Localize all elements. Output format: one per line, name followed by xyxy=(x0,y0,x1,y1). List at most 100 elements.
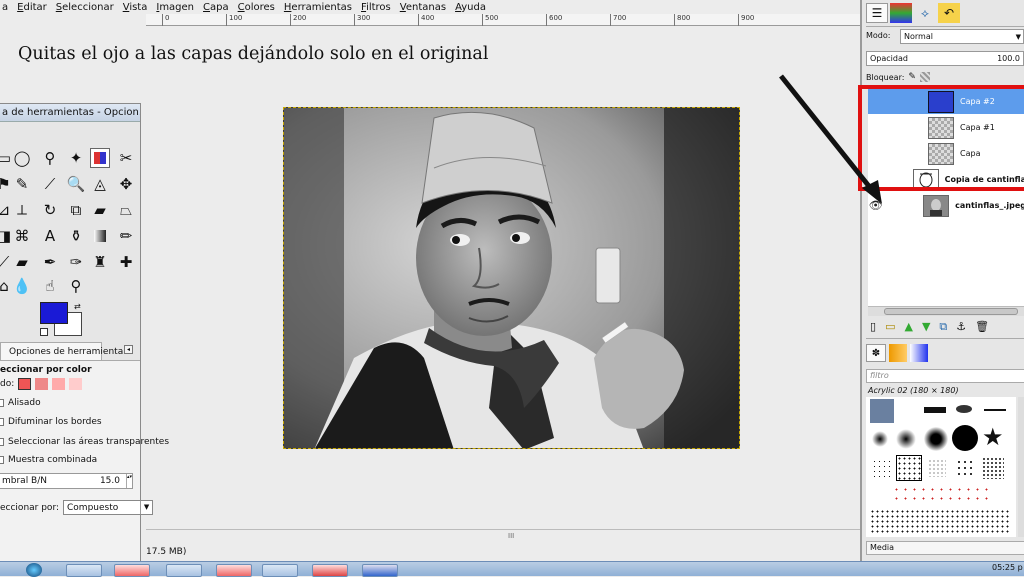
threshold-slider[interactable]: mbral B/N 15.0 ▴▾ xyxy=(0,473,133,489)
eraser-tool-icon[interactable]: ▰ xyxy=(12,252,32,272)
brush-preview[interactable] xyxy=(924,427,948,451)
opacity-slider[interactable]: Opacidad 100.0 xyxy=(866,51,1024,66)
raise-layer-icon[interactable]: ▲ xyxy=(904,320,912,334)
lock-pixels-icon[interactable]: ✎ xyxy=(908,72,916,82)
brush-preview[interactable] xyxy=(984,409,1006,411)
foreground-color-swatch[interactable] xyxy=(40,302,68,324)
taskbar-folder-icon[interactable] xyxy=(166,564,202,577)
taskbar-powerpoint-icon[interactable] xyxy=(312,564,348,577)
free-select-tool-icon[interactable]: ⚲ xyxy=(40,148,60,168)
lower-layer-icon[interactable]: ▼ xyxy=(922,320,930,334)
move-tool-icon[interactable]: ✥ xyxy=(116,174,136,194)
brush-preview[interactable] xyxy=(872,431,888,447)
eye-icon[interactable]: 👁 xyxy=(868,199,883,212)
toolbox-titlebar[interactable]: a de herramientas - Opcion... ✕ xyxy=(0,104,140,122)
blend-tool-icon[interactable] xyxy=(90,226,110,246)
fuzzy-select-tool-icon[interactable]: ✦ xyxy=(66,148,86,168)
scrollbar-grip[interactable]: III xyxy=(508,532,514,540)
antialias-row[interactable]: Alisado xyxy=(0,398,41,408)
menu-tools[interactable]: Herramientas xyxy=(284,2,352,13)
mode-intersect-icon[interactable] xyxy=(69,378,83,390)
airbrush-tool-icon[interactable]: ✒ xyxy=(40,252,60,272)
brush-preview[interactable] xyxy=(952,425,978,451)
rotate-tool-icon[interactable]: ↻ xyxy=(40,200,60,220)
heal-tool-icon[interactable]: ✚ xyxy=(116,252,136,272)
tab-brushes[interactable]: ✽ xyxy=(866,344,886,362)
perspective-tool-icon[interactable]: ⏢ xyxy=(116,200,136,220)
photo-image[interactable] xyxy=(283,107,740,449)
duplicate-layer-icon[interactable]: ⧉ xyxy=(939,320,947,334)
horizontal-ruler[interactable]: 0 100 200 300 400 500 600 700 800 900 xyxy=(146,14,860,26)
new-layer-icon[interactable]: ▯ xyxy=(870,320,876,334)
anchor-layer-icon[interactable]: ⚓ xyxy=(956,320,966,334)
cage-tool-icon[interactable]: ⌘ xyxy=(12,226,32,246)
menu-view[interactable]: Vista xyxy=(123,2,148,13)
star-brush-icon[interactable]: ★ xyxy=(982,425,1004,449)
menu-image[interactable]: Imagen xyxy=(156,2,194,13)
sample-merged-checkbox[interactable] xyxy=(0,456,4,464)
menu-select[interactable]: Seleccionar xyxy=(56,2,114,13)
tab-channels[interactable] xyxy=(890,3,912,23)
taskbar-gimp-icon[interactable] xyxy=(262,564,298,577)
brush-scrollbar[interactable] xyxy=(1018,397,1024,537)
tab-patterns[interactable] xyxy=(889,344,907,362)
shear-tool-icon[interactable]: ▰ xyxy=(90,200,110,220)
tab-undo[interactable]: ↶ xyxy=(938,3,960,23)
brush-filter-input[interactable]: filtro xyxy=(866,369,1024,383)
antialias-checkbox[interactable] xyxy=(0,399,4,407)
mode-replace-icon[interactable] xyxy=(18,378,32,390)
brush-preview[interactable] xyxy=(956,405,972,413)
brush-preview[interactable] xyxy=(982,457,1004,479)
mode-add-icon[interactable] xyxy=(35,378,49,390)
start-orb-icon[interactable] xyxy=(26,563,42,577)
menu-layer[interactable]: Capa xyxy=(203,2,229,13)
taskbar-chrome2-icon[interactable] xyxy=(216,564,252,577)
tab-gradients[interactable] xyxy=(910,344,928,362)
tab-tool-options[interactable]: Opciones de herramienta xyxy=(0,342,123,360)
brush-preview[interactable] xyxy=(872,459,890,477)
tab-layers[interactable]: ☰ xyxy=(866,3,888,23)
layer-name[interactable]: cantinflas_.jpeg xyxy=(955,201,1024,210)
scale-tool-icon[interactable]: ⧉ xyxy=(66,200,86,220)
ellipse-select-tool-icon[interactable]: ◯ xyxy=(12,148,32,168)
blur-tool-icon[interactable]: 💧 xyxy=(12,276,32,296)
sample-merged-row[interactable]: Muestra combinada xyxy=(0,455,97,465)
tab-paths[interactable]: ⟡ xyxy=(914,3,936,23)
tray-clock[interactable]: 05:25 p xyxy=(992,563,1023,572)
crop-tool-icon[interactable]: ⟂ xyxy=(12,200,32,220)
chevron-down-icon[interactable]: ▼ xyxy=(1016,33,1023,41)
new-group-icon[interactable]: ▭ xyxy=(885,320,895,334)
select-by-color-tool-icon[interactable] xyxy=(90,148,110,168)
taskbar-word-icon[interactable] xyxy=(362,564,398,577)
text-tool-icon[interactable]: A xyxy=(40,226,60,246)
delete-layer-icon[interactable]: 🗑 xyxy=(975,320,989,334)
menu-filters[interactable]: Filtros xyxy=(361,2,391,13)
menu-file[interactable]: a xyxy=(2,2,8,13)
clone-tool-icon[interactable]: ♜ xyxy=(90,252,110,272)
layer-row-cantinflas-jpeg[interactable]: 👁 cantinflas_.jpeg xyxy=(868,193,1024,218)
menu-help[interactable]: Ayuda xyxy=(455,2,486,13)
select-by-dropdown[interactable]: Compuesto ▼ xyxy=(63,500,154,515)
reset-colors-icon[interactable] xyxy=(40,328,48,336)
taskbar-chrome-icon[interactable] xyxy=(114,564,150,577)
menu-edit[interactable]: Editar xyxy=(17,2,47,13)
brush-preview[interactable] xyxy=(870,509,1010,533)
brush-preview[interactable] xyxy=(956,459,974,477)
taskbar-explorer-icon[interactable] xyxy=(66,564,102,577)
scissors-tool-icon[interactable]: ✂ xyxy=(116,148,136,168)
measure-tool-icon[interactable]: ◬ xyxy=(90,174,110,194)
brush-selected[interactable] xyxy=(896,455,922,481)
dodge-burn-tool-icon[interactable]: ⚲ xyxy=(66,276,86,296)
bucket-fill-tool-icon[interactable]: ⚱ xyxy=(66,226,86,246)
mode-subtract-icon[interactable] xyxy=(52,378,66,390)
lock-alpha-icon[interactable] xyxy=(919,72,930,82)
chevron-down-icon[interactable]: ▼ xyxy=(140,501,152,514)
ink-tool-icon[interactable]: ✑ xyxy=(66,252,86,272)
select-transparent-row[interactable]: Seleccionar las áreas transparentes xyxy=(0,437,169,447)
brush-preview[interactable] xyxy=(928,459,946,477)
layers-scrollbar[interactable] xyxy=(868,306,1024,316)
scrollbar-thumb[interactable] xyxy=(884,308,1018,315)
tab-menu-icon[interactable]: ◂ xyxy=(124,345,133,354)
feather-row[interactable]: Difuminar los bordes xyxy=(0,417,102,427)
brush-photo-preview[interactable] xyxy=(870,399,894,423)
